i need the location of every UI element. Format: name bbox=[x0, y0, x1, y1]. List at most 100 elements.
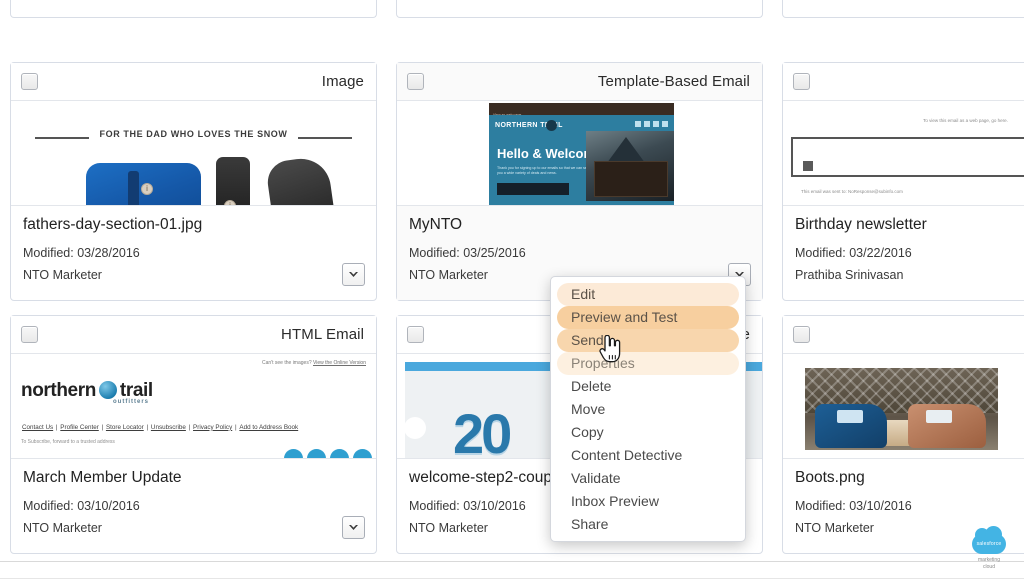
globe-icon bbox=[98, 380, 117, 399]
email-fine-print: To Subscribe, forward to a trusted addre… bbox=[21, 438, 115, 445]
card-title: fathers-day-section-01.jpg bbox=[23, 216, 203, 233]
asset-card-birthday-newsletter[interactable]: Temp To view this email as a web page, g… bbox=[782, 62, 1024, 301]
card-modified: Modified: 03/10/2016 bbox=[23, 498, 140, 513]
asset-card-march-member-update[interactable]: HTML Email Can't see the images? View th… bbox=[10, 314, 377, 554]
card-modified: Modified: 03/22/2016 bbox=[795, 246, 912, 260]
card-thumbnail: View as web page NORTHERN TRAIL Hello & … bbox=[397, 101, 762, 206]
card-body: Birthday newsletter Modified: 03/22/2016… bbox=[783, 206, 1024, 300]
nav-squares bbox=[635, 121, 668, 127]
card-title: Birthday newsletter bbox=[795, 216, 927, 233]
email-image-note-text: Can't see the images? bbox=[262, 359, 312, 366]
brand-caption-line1: marketing bbox=[978, 557, 1000, 563]
card-body: fathers-day-section-01.jpg Modified: 03/… bbox=[11, 206, 376, 300]
email-online-version-link: View the Online Version bbox=[313, 359, 366, 366]
brand-caption-line2: cloud bbox=[983, 563, 995, 570]
menu-item-properties[interactable]: Properties bbox=[557, 352, 739, 375]
boots-photo bbox=[805, 367, 998, 450]
select-checkbox[interactable] bbox=[21, 73, 38, 90]
card-body: March Member Update Modified: 03/10/2016… bbox=[11, 459, 376, 553]
card-title: MyNTO bbox=[409, 216, 463, 233]
asset-grid: Image FOR THE DAD WHO LOVES THE SNOW i i bbox=[0, 62, 1024, 554]
social-icons bbox=[284, 448, 372, 458]
select-checkbox[interactable] bbox=[21, 325, 38, 343]
card-type-label: HTML Email bbox=[281, 325, 364, 343]
email-footer-links: Contact Us | Profile Center | Store Loca… bbox=[22, 423, 299, 431]
card-thumbnail: Can't see the images? View the Online Ve… bbox=[11, 353, 376, 459]
boot-blue bbox=[815, 403, 887, 448]
select-checkbox[interactable] bbox=[407, 73, 424, 90]
email-content-box bbox=[791, 137, 1024, 177]
menu-item-delete[interactable]: Delete bbox=[557, 375, 739, 398]
menu-item-copy[interactable]: Copy bbox=[557, 421, 739, 444]
asset-card-mynto[interactable]: Template-Based Email View as web page NO… bbox=[396, 62, 763, 301]
asset-grid-row-1: Image FOR THE DAD WHO LOVES THE SNOW i i bbox=[10, 62, 1024, 301]
menu-item-send[interactable]: Send bbox=[557, 329, 739, 352]
rule-right bbox=[298, 137, 352, 139]
thumbnail-fathers-day: FOR THE DAD WHO LOVES THE SNOW i i bbox=[11, 101, 376, 205]
email-image-note: Can't see the images? View the Online Ve… bbox=[21, 360, 366, 366]
brand-logo: northern trail outfitters bbox=[21, 379, 366, 405]
coupon-notch bbox=[404, 416, 426, 439]
card-modified: Modified: 03/10/2016 bbox=[795, 498, 912, 513]
glove-graphic bbox=[264, 154, 336, 205]
card-owner: NTO Marketer bbox=[409, 0, 750, 2]
email-preview: View as web page NORTHERN TRAIL Hello & … bbox=[489, 103, 674, 205]
partial-card-row-top: Modified: 03/28/2016 NTO Marketer Modifi… bbox=[10, 0, 1024, 18]
card-type-label: Image bbox=[321, 73, 364, 90]
select-checkbox[interactable] bbox=[407, 325, 424, 343]
card-thumbnail: To view this email as a web page, go her… bbox=[783, 101, 1024, 206]
thumbnail-caption: FOR THE DAD WHO LOVES THE SNOW bbox=[99, 129, 288, 139]
thumbnail-birthday-email: To view this email as a web page, go her… bbox=[783, 101, 1024, 205]
card-actions-button[interactable] bbox=[342, 515, 365, 539]
card-modified: Modified: 03/28/2016 bbox=[23, 246, 140, 260]
menu-item-validate[interactable]: Validate bbox=[557, 467, 739, 490]
card-actions-button[interactable] bbox=[342, 262, 365, 286]
menu-item-preview-and-test[interactable]: Preview and Test bbox=[557, 306, 739, 329]
card-owner: Prathiba Srinivasan bbox=[795, 267, 904, 282]
boot-graphic bbox=[216, 157, 250, 205]
card-header: Image bbox=[11, 63, 376, 101]
thumbnail-html-email: Can't see the images? View the Online Ve… bbox=[11, 353, 376, 458]
brand-caption: marketing cloud bbox=[968, 557, 1010, 570]
menu-item-share[interactable]: Share bbox=[557, 513, 739, 536]
asset-context-menu[interactable]: Edit Preview and Test Send Properties De… bbox=[550, 276, 746, 542]
card-thumbnail: FOR THE DAD WHO LOVES THE SNOW i i bbox=[11, 101, 376, 206]
info-dot-icon: i bbox=[141, 183, 153, 195]
card-header: Temp bbox=[783, 63, 1024, 101]
card-partial-2[interactable]: Modified: 03/28/2016 NTO Marketer bbox=[396, 0, 763, 18]
card-header: HTML Email bbox=[11, 315, 376, 354]
card-title: March Member Update bbox=[23, 468, 182, 486]
menu-item-content-detective[interactable]: Content Detective bbox=[557, 444, 739, 467]
card-title: Boots.png bbox=[795, 468, 865, 486]
email-cta-button bbox=[497, 183, 569, 196]
footer-divider-secondary bbox=[0, 578, 1024, 579]
broken-image-icon bbox=[803, 161, 813, 171]
menu-item-move[interactable]: Move bbox=[557, 398, 739, 421]
card-partial-3[interactable]: Modified: 03/28/2016 NTO Marketer bbox=[782, 0, 1024, 18]
brand-logo-left: northern bbox=[21, 379, 96, 401]
select-checkbox[interactable] bbox=[793, 73, 810, 90]
card-owner: NTO Marketer bbox=[23, 267, 102, 282]
menu-item-edit[interactable]: Edit bbox=[557, 283, 739, 306]
card-header bbox=[783, 315, 1024, 354]
card-owner: NTO Marketer bbox=[23, 0, 364, 2]
email-webview-note: To view this email as a web page, go her… bbox=[923, 118, 1008, 123]
email-hero-photo bbox=[586, 131, 674, 202]
card-partial-1[interactable]: Modified: 03/28/2016 NTO Marketer bbox=[10, 0, 377, 18]
content-builder-gallery: Modified: 03/28/2016 NTO Marketer Modifi… bbox=[0, 0, 1024, 580]
chevron-down-icon bbox=[349, 524, 358, 530]
brand-name: salesforce bbox=[976, 541, 1002, 547]
menu-item-inbox-preview[interactable]: Inbox Preview bbox=[557, 490, 739, 513]
chevron-down-icon bbox=[349, 271, 358, 277]
brand-logo-tagline: outfitters bbox=[113, 398, 149, 405]
card-header: Template-Based Email bbox=[397, 63, 762, 101]
card-thumbnail bbox=[783, 353, 1024, 459]
email-footer-note: This email was sent to: NoResponse@subin… bbox=[801, 189, 903, 194]
asset-card-image[interactable]: Image FOR THE DAD WHO LOVES THE SNOW i i bbox=[10, 62, 377, 301]
salesforce-marketing-cloud-logo: salesforce marketing cloud bbox=[968, 526, 1010, 570]
thumbnail-boots-photo bbox=[783, 353, 1024, 458]
select-checkbox[interactable] bbox=[793, 325, 810, 343]
card-owner: NTO Marketer bbox=[795, 0, 1024, 2]
email-hero: Hello & Welcome Thank you for signing up… bbox=[489, 131, 674, 202]
asset-card-boots[interactable]: Boots.png Modified: 03/10/2016 NTO Marke… bbox=[782, 314, 1024, 554]
